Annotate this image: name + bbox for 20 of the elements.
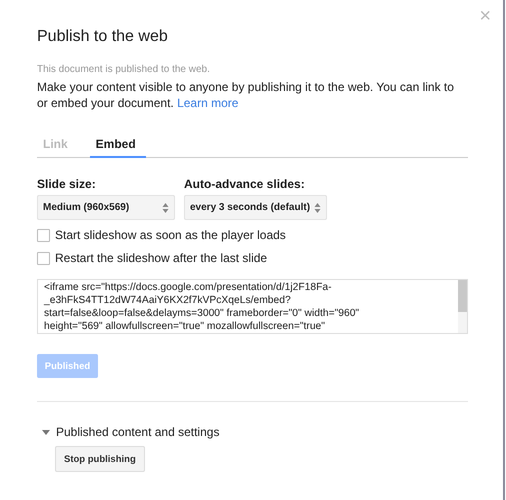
triangle-icon[interactable]	[42, 430, 50, 434]
stop-publishing-button[interactable]: Stop publishing	[55, 446, 145, 472]
dialog-title: Publish to the web	[37, 28, 169, 46]
checkbox[interactable]	[37, 252, 50, 264]
tab[interactable]: Embed	[90, 135, 146, 158]
learn-more-link[interactable]: Learn more	[177, 96, 238, 110]
select-label: Slide size:	[37, 177, 97, 191]
description-text: Make your content visible to anyone by publishing it to the web. You can link to or embed your document. Learn more	[37, 79, 455, 111]
select-label: Auto-advance slides:	[184, 177, 306, 191]
status-note: This document is published to the web.	[37, 64, 211, 75]
checkbox-label: Restart the slideshow after the last slide	[55, 251, 268, 265]
checkbox[interactable]	[37, 228, 50, 242]
section-toggle[interactable]: Published content and settings	[56, 425, 220, 439]
dropdown[interactable]: Medium (960x569)	[37, 195, 175, 220]
scrollbar[interactable]	[458, 280, 467, 333]
spinner-arrows-icon	[162, 202, 169, 214]
dropdown[interactable]: every 3 seconds (default)	[184, 195, 328, 220]
embed-code-field[interactable]: <iframe src="https://docs.google.com/presentation/d/1j2F18Fa- _e3hFkS4TT12dW74AaiY6KX2f7kVPcXqeLs/embed? start=false&loop=false&delayms=3000" frameborder="0" width="960" height="569" allowfullscreen="true" mozallowfullscreen="true"	[37, 279, 468, 334]
spinner-arrows-icon	[314, 202, 322, 214]
checkbox-label: Start slideshow as soon as the player loads	[55, 228, 286, 242]
